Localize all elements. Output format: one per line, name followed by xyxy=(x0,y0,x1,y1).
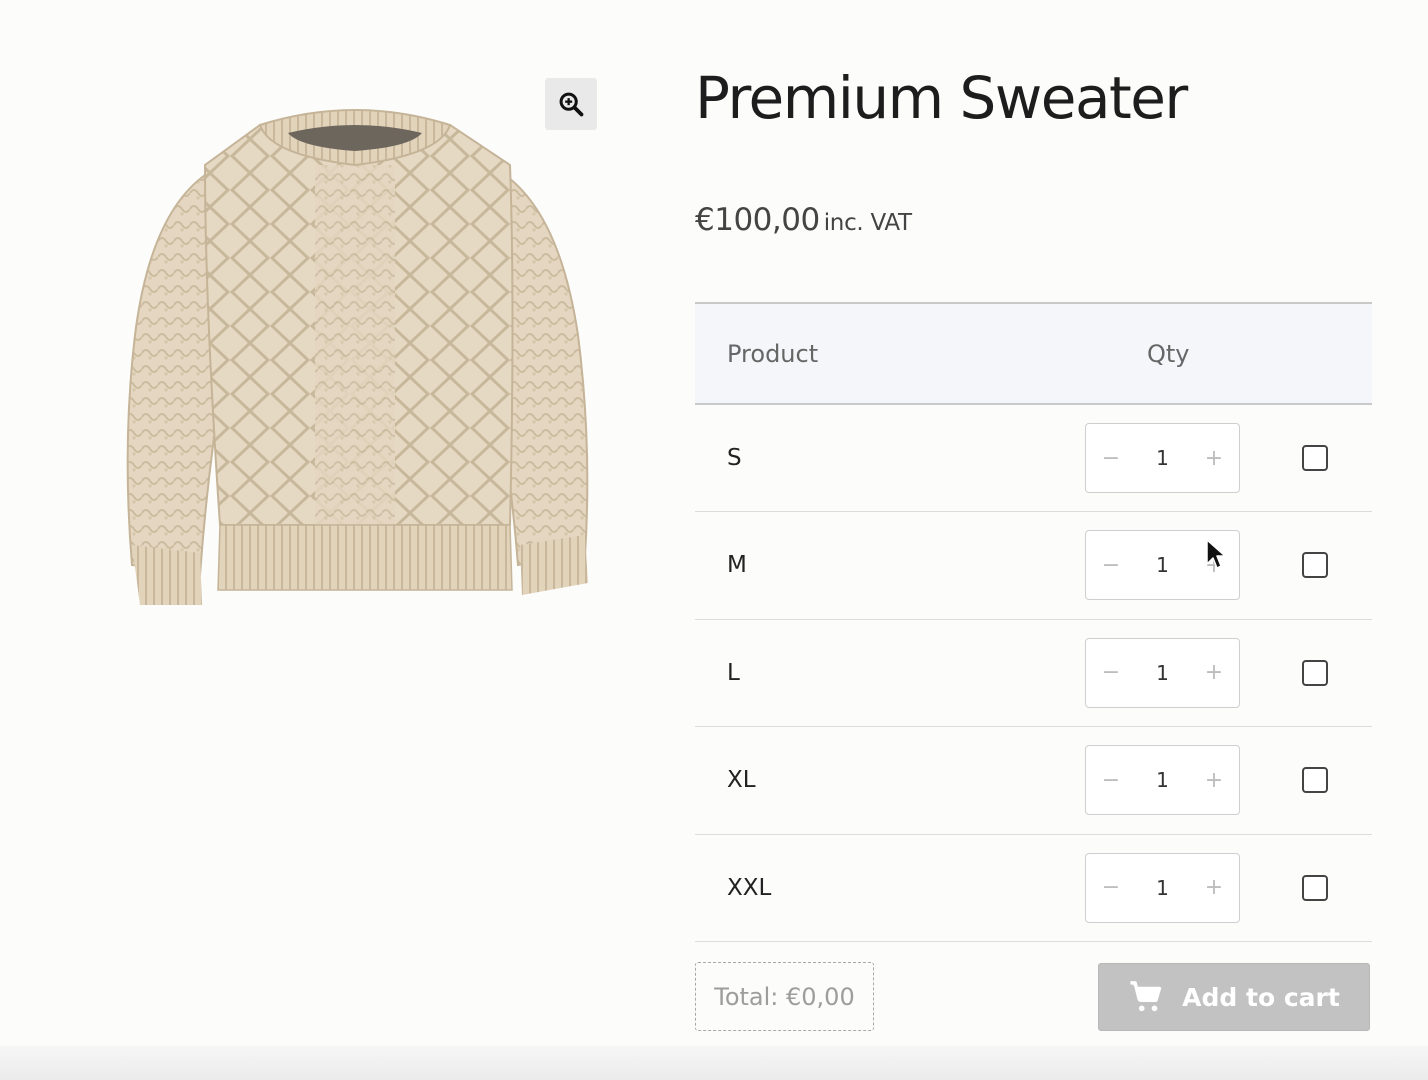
table-row: S − 1 + xyxy=(695,404,1372,512)
table-row: XXL − 1 + xyxy=(695,834,1372,942)
table-row: L − 1 + xyxy=(695,619,1372,727)
column-header-qty: Qty xyxy=(1055,302,1245,405)
variant-table: Product Qty S − 1 + M − 1 + L − 1 + XL −… xyxy=(695,302,1372,942)
order-total: Total: €0,00 xyxy=(695,962,874,1031)
add-to-cart-label[interactable]: Add to cart xyxy=(1182,983,1340,1012)
increment-button[interactable]: + xyxy=(1203,446,1225,471)
table-row: M − 1 + xyxy=(695,511,1372,620)
quantity-stepper[interactable]: − 1 + xyxy=(1085,637,1240,708)
variant-size: XXL xyxy=(695,834,1055,942)
variant-size: S xyxy=(695,404,1055,512)
decrement-button[interactable]: − xyxy=(1100,660,1122,685)
column-header-product: Product xyxy=(695,302,1055,405)
variant-checkbox[interactable] xyxy=(1302,659,1328,686)
product-price: €100,00 inc. VAT xyxy=(695,202,912,238)
price-suffix: inc. VAT xyxy=(823,210,912,236)
cart-icon xyxy=(1130,981,1162,1012)
variant-checkbox[interactable] xyxy=(1302,874,1328,901)
decrement-button[interactable]: − xyxy=(1100,768,1122,793)
quantity-stepper[interactable]: − 1 + xyxy=(1085,745,1240,816)
variant-checkbox[interactable] xyxy=(1302,767,1328,794)
quantity-value[interactable]: 1 xyxy=(1156,768,1169,792)
product-image[interactable] xyxy=(110,105,600,615)
decrement-button[interactable]: − xyxy=(1100,446,1122,471)
quantity-value[interactable]: 1 xyxy=(1156,553,1169,577)
quantity-value[interactable]: 1 xyxy=(1156,876,1169,900)
quantity-value[interactable]: 1 xyxy=(1156,446,1169,470)
quantity-value[interactable]: 1 xyxy=(1156,661,1169,685)
table-row: XL − 1 + xyxy=(695,726,1372,835)
page-bottom-edge xyxy=(0,1046,1428,1080)
increment-button[interactable]: + xyxy=(1203,768,1225,793)
product-gallery xyxy=(100,70,610,630)
variant-size: XL xyxy=(695,726,1055,835)
add-to-cart-button[interactable]: Add to cart xyxy=(1098,963,1370,1031)
price-amount: €100,00 xyxy=(695,202,820,238)
table-header-row: Product Qty xyxy=(695,302,1372,405)
decrement-button[interactable]: − xyxy=(1100,553,1122,578)
increment-button[interactable]: + xyxy=(1203,875,1225,900)
variant-size: M xyxy=(695,511,1055,620)
variant-size: L xyxy=(695,619,1055,727)
quantity-stepper[interactable]: − 1 + xyxy=(1085,423,1240,493)
product-title: Premium Sweater xyxy=(695,64,1188,132)
increment-button[interactable]: + xyxy=(1203,660,1225,685)
variant-checkbox[interactable] xyxy=(1302,552,1328,579)
column-header-select xyxy=(1245,302,1372,405)
quantity-stepper[interactable]: − 1 + xyxy=(1085,852,1240,923)
decrement-button[interactable]: − xyxy=(1100,875,1122,900)
mouse-pointer-icon xyxy=(1206,539,1226,569)
variant-checkbox[interactable] xyxy=(1302,445,1328,471)
